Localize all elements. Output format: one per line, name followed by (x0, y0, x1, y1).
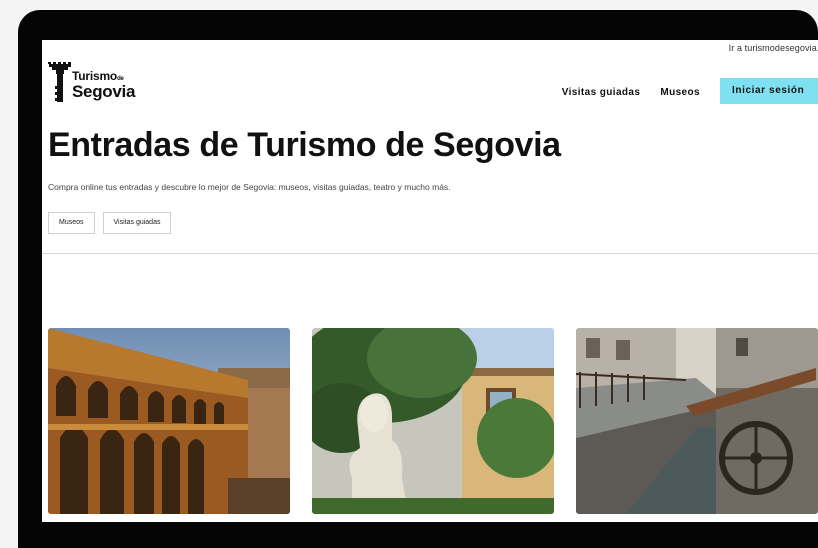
browser-screen: Ir a turismodesegovia.c Turismode Segovi… (42, 40, 818, 522)
site-logo[interactable]: Turismode Segovia (48, 56, 158, 104)
card-bust-statue[interactable] (312, 328, 554, 514)
filter-bar: Museos Visitas guiadas (48, 212, 172, 234)
logo-text-segovia: Segovia (72, 82, 136, 101)
nav-museos[interactable]: Museos (660, 87, 700, 98)
logo-text-turismo: Turismode (72, 69, 124, 83)
filter-visitas-guiadas-button[interactable]: Visitas guiadas (102, 212, 172, 234)
filter-museos-button[interactable]: Museos (48, 212, 95, 234)
watermill-photo (576, 328, 818, 514)
aqueduct-photo (48, 328, 290, 514)
device-frame: Ir a turismodesegovia.c Turismode Segovi… (18, 10, 818, 548)
card-watermill[interactable] (576, 328, 818, 514)
nav-visitas-guiadas[interactable]: Visitas guiadas (562, 87, 641, 98)
card-aqueduct[interactable] (48, 328, 290, 514)
section-divider (42, 253, 818, 254)
page-subtitle: Compra online tus entradas y descubre lo… (48, 182, 451, 192)
page-title: Entradas de Turismo de Segovia (48, 126, 561, 164)
main-nav: Visitas guiadas Museos Iniciar sesión (562, 78, 818, 104)
aqueduct-logo-icon (48, 62, 71, 102)
external-site-link[interactable]: Ir a turismodesegovia.c (729, 43, 818, 53)
login-button[interactable]: Iniciar sesión (720, 78, 818, 104)
bust-statue-photo (312, 328, 554, 514)
